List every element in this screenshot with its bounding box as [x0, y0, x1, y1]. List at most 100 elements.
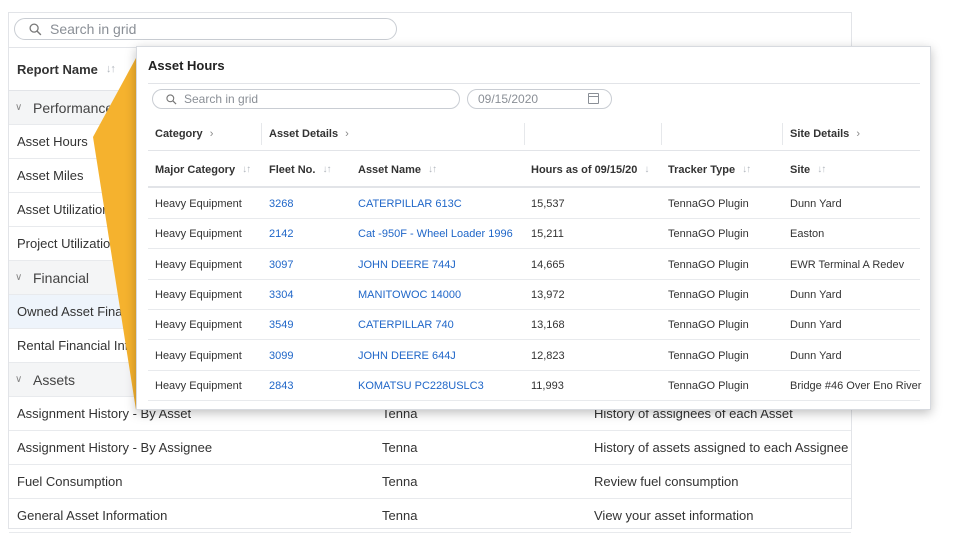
- column-group-row: Category › Asset Details › Site Details …: [148, 117, 920, 151]
- calendar-icon[interactable]: [588, 93, 599, 104]
- cell-major-category: Heavy Equipment: [155, 288, 242, 301]
- cell-fleet-no-link[interactable]: 2142: [269, 219, 293, 249]
- column-header-asset-name[interactable]: Asset Name ↓↑: [358, 151, 437, 188]
- report-name-column-header[interactable]: Report Name: [17, 62, 98, 77]
- report-row[interactable]: General Asset Information Tenna View your …: [9, 499, 851, 533]
- chevron-down-icon[interactable]: ∨: [15, 374, 22, 385]
- column-group-category[interactable]: Category ›: [155, 117, 213, 151]
- report-row[interactable]: Fuel Consumption Tenna Review fuel consump…: [9, 465, 851, 499]
- column-separator: [661, 123, 662, 145]
- sort-icon[interactable]: ↓↑: [817, 164, 826, 175]
- cell-site: Easton: [790, 228, 825, 241]
- cell-tracker-type: TennaGO Plugin: [668, 288, 749, 301]
- column-header-hours[interactable]: Hours as of 09/15/20 ↓: [531, 151, 649, 188]
- cell-asset-name-link[interactable]: KOMATSU PC228USLC3: [358, 371, 484, 401]
- column-group-site-details[interactable]: Site Details ›: [790, 117, 860, 151]
- column-header-label: Asset Name: [358, 163, 421, 176]
- cell-asset-name-link[interactable]: CATERPILLAR 613C: [358, 189, 462, 219]
- column-header-label: Major Category: [155, 163, 236, 176]
- cell-site: EWR Terminal A Redev: [790, 258, 905, 271]
- reports-search-input[interactable]: [50, 21, 350, 37]
- cell-site: Dunn Yard: [790, 288, 842, 301]
- cell-hours: 12,823: [531, 349, 565, 362]
- report-description: Review fuel consumption: [594, 474, 739, 489]
- report-source: Tenna: [382, 474, 418, 489]
- cell-fleet-no-link[interactable]: 3268: [269, 189, 293, 219]
- cell-tracker-type: TennaGO Plugin: [668, 319, 749, 332]
- chevron-right-icon: ›: [856, 128, 860, 140]
- cell-hours: 15,211: [531, 228, 564, 241]
- cell-asset-name-link[interactable]: JOHN DEERE 644J: [358, 341, 456, 371]
- popup-search-box[interactable]: [152, 89, 460, 109]
- column-separator: [782, 123, 783, 145]
- column-header-fleet-no[interactable]: Fleet No. ↓↑: [269, 151, 331, 188]
- chevron-right-icon: ›: [209, 128, 214, 140]
- column-group-asset-details[interactable]: Asset Details ›: [269, 117, 349, 151]
- cell-fleet-no-link[interactable]: 3304: [269, 280, 293, 310]
- column-group-label: Site Details: [790, 128, 850, 140]
- table-row[interactable]: Heavy Equipment 2142 Cat -950F - Wheel Loa…: [148, 219, 920, 250]
- cell-tracker-type: TennaGO Plugin: [668, 258, 749, 271]
- sort-icon[interactable]: ↓↑: [242, 164, 251, 175]
- cell-hours: 11,993: [531, 379, 564, 392]
- column-header-label: Fleet No.: [269, 163, 316, 176]
- cell-site: Dunn Yard: [790, 319, 842, 332]
- reports-search-box[interactable]: [14, 18, 397, 40]
- column-header-site[interactable]: Site ↓↑: [790, 151, 826, 188]
- cell-hours: 14,665: [531, 258, 565, 271]
- column-group-label: Asset Details: [269, 128, 339, 140]
- column-header-tracker-type[interactable]: Tracker Type ↓↑: [668, 151, 751, 188]
- group-label: Performance: [33, 99, 114, 116]
- report-source: Tenna: [382, 508, 418, 523]
- search-icon: [29, 22, 42, 35]
- chevron-down-icon[interactable]: ∨: [15, 102, 22, 113]
- cell-asset-name-link[interactable]: MANITOWOC 14000: [358, 280, 461, 310]
- cell-fleet-no-link[interactable]: 3549: [269, 310, 293, 340]
- report-name: Asset Miles: [17, 168, 84, 183]
- cell-major-category: Heavy Equipment: [155, 258, 242, 271]
- cell-tracker-type: TennaGO Plugin: [668, 228, 749, 241]
- cell-major-category: Heavy Equipment: [155, 379, 242, 392]
- report-name: Asset Hours: [17, 134, 88, 149]
- table-row[interactable]: Heavy Equipment 3549 CATERPILLAR 740 13,168…: [148, 310, 920, 341]
- cell-asset-name-link[interactable]: CATERPILLAR 740: [358, 310, 454, 340]
- report-row[interactable]: Assignment History - By Assignee Tenna His…: [9, 431, 851, 465]
- date-value: 09/15/2020: [478, 92, 539, 106]
- report-name: Assignment History - By Assignee: [17, 440, 213, 455]
- sort-icon[interactable]: ↓↑: [428, 164, 437, 175]
- report-name: General Asset Information: [17, 508, 168, 523]
- cell-hours: 15,537: [531, 198, 565, 210]
- cell-tracker-type: TennaGO Plugin: [668, 379, 749, 392]
- chevron-down-icon[interactable]: ∨: [15, 272, 22, 283]
- column-separator: [261, 123, 262, 145]
- group-label: Assets: [33, 371, 76, 388]
- cell-asset-name-link[interactable]: JOHN DEERE 744J: [358, 250, 456, 280]
- date-picker[interactable]: 09/15/2020: [467, 89, 612, 109]
- sort-icon[interactable]: ↓↑: [322, 164, 331, 175]
- sort-icon[interactable]: ↓↑: [742, 164, 751, 175]
- popup-search-input[interactable]: [184, 92, 434, 106]
- sort-icon[interactable]: ↓↑: [106, 63, 116, 75]
- table-row[interactable]: Heavy Equipment 3097 JOHN DEERE 744J 14,665…: [148, 250, 920, 280]
- cell-major-category: Heavy Equipment: [155, 319, 242, 332]
- column-separator: [524, 123, 525, 145]
- popup-title: Asset Hours: [148, 58, 225, 73]
- table-row[interactable]: Heavy Equipment 3268 CATERPILLAR 613C 15,53…: [148, 189, 920, 219]
- cell-fleet-no-link[interactable]: 2843: [269, 371, 293, 401]
- search-icon: [166, 93, 177, 104]
- column-header-row: Major Category ↓↑ Fleet No. ↓↑ Asset Name ↓…: [148, 151, 920, 188]
- cell-fleet-no-link[interactable]: 3097: [269, 250, 293, 280]
- table-row[interactable]: Heavy Equipment 2843 KOMATSU PC228USLC3 11,…: [148, 371, 921, 401]
- cell-fleet-no-link[interactable]: 3099: [269, 341, 293, 371]
- group-label: Financial: [33, 269, 90, 286]
- asset-hours-report-popup: Asset Hours 09/15/2020 Category › Asset …: [136, 46, 931, 410]
- cell-major-category: Heavy Equipment: [155, 198, 242, 210]
- sort-descending-icon[interactable]: ↓: [644, 164, 649, 175]
- cell-site: Dunn Yard: [790, 198, 842, 210]
- column-group-label: Category: [155, 128, 203, 140]
- cell-hours: 13,972: [531, 288, 565, 301]
- cell-asset-name-link[interactable]: Cat -950F - Wheel Loader 1996: [358, 219, 513, 249]
- column-header-major-category[interactable]: Major Category ↓↑: [155, 151, 251, 188]
- table-row[interactable]: Heavy Equipment 3099 JOHN DEERE 644J 12,823…: [148, 341, 920, 371]
- table-row[interactable]: Heavy Equipment 3304 MANITOWOC 14000 13,972…: [148, 280, 920, 310]
